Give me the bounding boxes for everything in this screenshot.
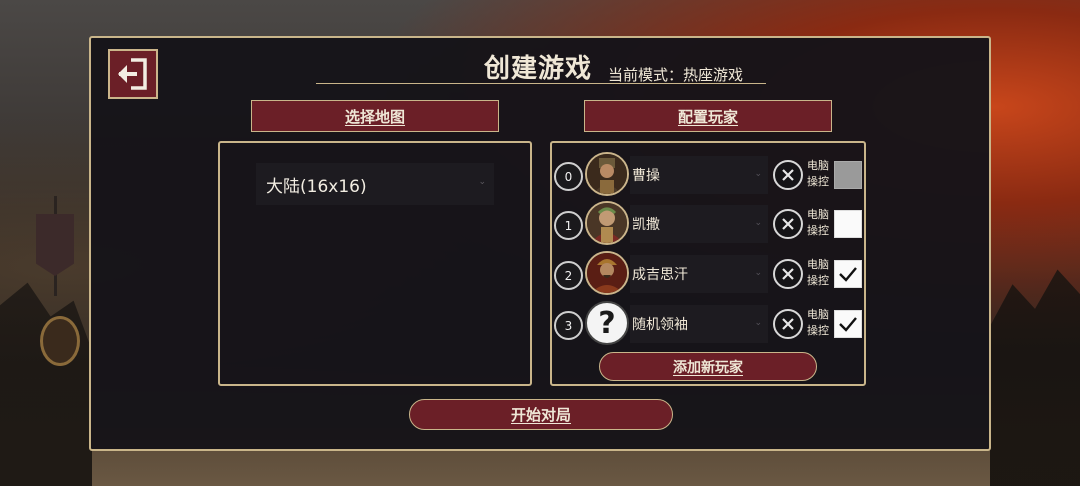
leader-dropdown[interactable]: 凯撒 ⌄ xyxy=(630,205,768,243)
chevron-down-icon: ⌄ xyxy=(754,268,762,278)
random-question-icon[interactable]: ? xyxy=(585,301,629,345)
page-title: 创建游戏 xyxy=(484,54,593,84)
add-player-button[interactable]: 添加新玩家 xyxy=(599,352,817,381)
background-shield xyxy=(40,316,80,366)
ai-control-checkbox[interactable] xyxy=(834,310,862,338)
close-icon xyxy=(782,268,794,280)
start-game-button[interactable]: 开始对局 xyxy=(409,399,673,430)
players-box: 0 曹操 ⌄ 电脑操控 1 凯撒 ⌄ 电脑操控 2 成吉思汗 ⌄ 电脑操控 3 … xyxy=(550,141,866,386)
leader-name: 随机领袖 xyxy=(632,317,688,333)
player-row: 2 成吉思汗 ⌄ 电脑操控 xyxy=(552,251,864,299)
checkmark-icon xyxy=(839,317,857,332)
leader-name: 曹操 xyxy=(632,168,660,184)
player-index: 1 xyxy=(554,211,583,240)
remove-player-button[interactable] xyxy=(773,160,803,190)
chevron-down-icon: ⌄ xyxy=(754,318,762,328)
map-list-box: 大陆(16x16) ⌄ xyxy=(218,141,532,386)
remove-player-button[interactable] xyxy=(773,259,803,289)
configure-players-header[interactable]: 配置玩家 xyxy=(584,100,832,132)
remove-player-button[interactable] xyxy=(773,209,803,239)
leader-dropdown[interactable]: 随机领袖 ⌄ xyxy=(630,305,768,343)
close-icon xyxy=(782,218,794,230)
ai-control-label: 电脑操控 xyxy=(807,308,829,337)
remove-player-button[interactable] xyxy=(773,309,803,339)
ai-control-checkbox[interactable] xyxy=(834,161,862,189)
caocao-portrait[interactable] xyxy=(585,152,629,196)
background-soldiers-right xyxy=(990,269,1080,486)
genghis-portrait[interactable] xyxy=(585,251,629,295)
player-index: 0 xyxy=(554,162,583,191)
map-dropdown-value: 大陆(16x16) xyxy=(266,176,367,197)
player-index: 3 xyxy=(554,311,583,340)
close-icon xyxy=(782,169,794,181)
ai-control-label: 电脑操控 xyxy=(807,159,829,188)
chevron-down-icon: ⌄ xyxy=(478,177,486,187)
player-index: 2 xyxy=(554,261,583,290)
title-bar: 创建游戏 当前模式：热座游戏 xyxy=(316,48,766,84)
chevron-down-icon: ⌄ xyxy=(754,218,762,228)
leader-dropdown[interactable]: 成吉思汗 ⌄ xyxy=(630,255,768,293)
leader-name: 凯撒 xyxy=(632,217,660,233)
leader-name: 成吉思汗 xyxy=(632,267,688,283)
ai-control-label: 电脑操控 xyxy=(807,208,829,237)
map-dropdown[interactable]: 大陆(16x16) ⌄ xyxy=(256,163,494,205)
leader-dropdown[interactable]: 曹操 ⌄ xyxy=(630,156,768,194)
checkmark-icon xyxy=(839,267,857,282)
exit-door-icon xyxy=(118,58,147,90)
ai-control-checkbox[interactable] xyxy=(834,210,862,238)
player-row: 3 ? 随机领袖 ⌄ 电脑操控 xyxy=(552,301,864,349)
mode-label: 当前模式：热座游戏 xyxy=(608,66,744,84)
ai-control-label: 电脑操控 xyxy=(807,258,829,287)
player-row: 1 凯撒 ⌄ 电脑操控 xyxy=(552,201,864,249)
chevron-down-icon: ⌄ xyxy=(754,169,762,179)
player-row: 0 曹操 ⌄ 电脑操控 xyxy=(552,152,864,200)
create-game-panel: 创建游戏 当前模式：热座游戏 选择地图 大陆(16x16) ⌄ 配置玩家 0 曹… xyxy=(89,36,991,451)
ai-control-checkbox[interactable] xyxy=(834,260,862,288)
close-icon xyxy=(782,318,794,330)
background-soldiers-left xyxy=(0,282,92,486)
background-banner xyxy=(36,214,74,276)
back-button[interactable] xyxy=(108,49,158,99)
caesar-portrait[interactable] xyxy=(585,201,629,245)
select-map-header[interactable]: 选择地图 xyxy=(251,100,499,132)
